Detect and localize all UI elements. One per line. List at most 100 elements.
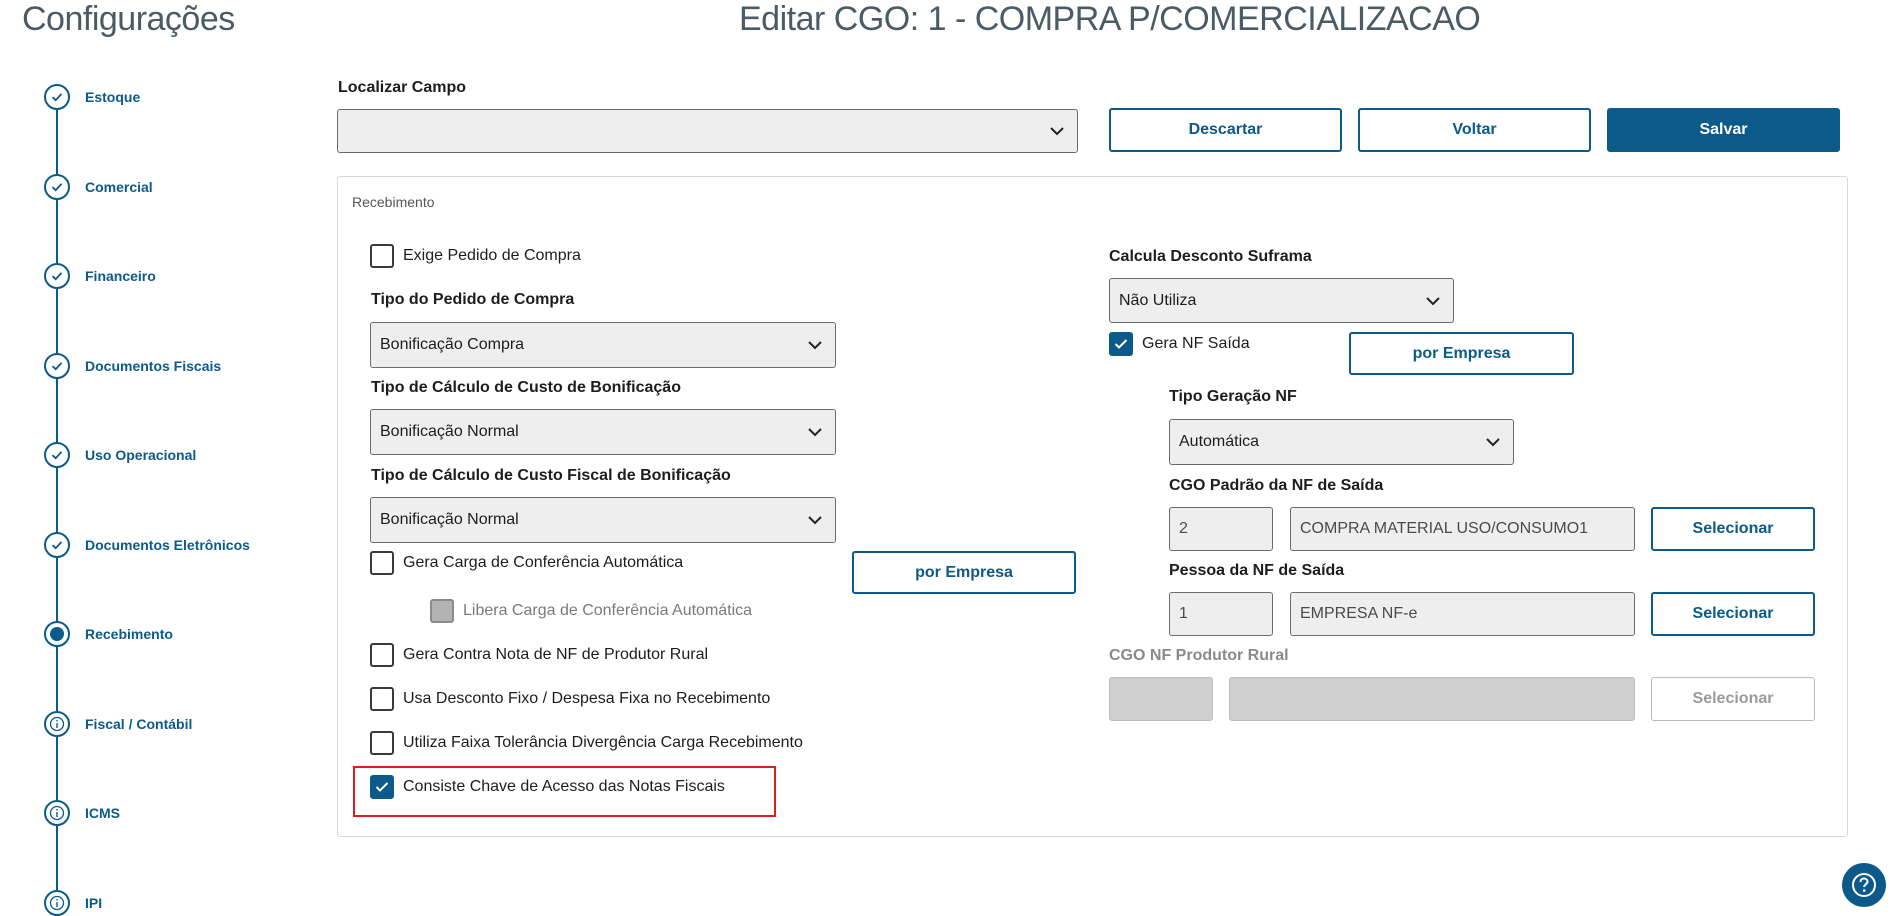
tipo-calculo-fiscal-select[interactable]: Bonificação Normal — [370, 497, 836, 543]
checkbox-label: Gera Contra Nota de NF de Produtor Rural — [403, 646, 709, 663]
stepper-item-uso-operacional[interactable]: Uso Operacional — [44, 442, 196, 468]
stepper-label: ICMS — [85, 805, 120, 821]
stepper-item-estoque[interactable]: Estoque — [44, 84, 140, 110]
tipo-geracao-select[interactable]: Automática — [1169, 419, 1514, 465]
check-icon — [44, 353, 70, 379]
tipo-pedido-select[interactable]: Bonificação Compra — [370, 322, 836, 368]
cgo-padrao-label: CGO Padrão da NF de Saída — [1169, 477, 1384, 494]
por-empresa-nf-button[interactable]: por Empresa — [1349, 332, 1574, 375]
edit-cgo-title: Editar CGO: 1 - COMPRA P/COMERCIALIZACAO — [739, 0, 1481, 38]
stepper-item-fiscal-contabil[interactable]: Fiscal / Contábil — [44, 711, 192, 737]
stepper-line — [56, 97, 58, 915]
question-icon — [1852, 873, 1876, 897]
checkbox-box — [430, 599, 454, 623]
checkbox-box — [370, 643, 394, 667]
checkbox-box — [370, 775, 394, 799]
stepper-item-recebimento[interactable]: Recebimento — [44, 621, 173, 647]
pessoa-nf-description-input[interactable]: EMPRESA NF-e — [1290, 592, 1635, 636]
tipo-geracao-label: Tipo Geração NF — [1169, 388, 1297, 405]
pessoa-nf-code-input[interactable]: 1 — [1169, 592, 1273, 636]
checkbox-box — [370, 551, 394, 575]
chevron-down-icon — [1426, 296, 1440, 305]
checkbox-label: Gera Carga de Conferência Automática — [403, 554, 684, 571]
checkbox-label: Usa Desconto Fixo / Despesa Fixa no Rece… — [403, 690, 771, 707]
info-icon — [44, 711, 70, 737]
gera-nf-saida-checkbox[interactable]: Gera NF Saída — [1109, 332, 1250, 356]
gera-carga-checkbox[interactable]: Gera Carga de Conferência Automática — [370, 551, 683, 575]
checkbox-box — [370, 244, 394, 268]
cgo-padrao-select-button[interactable]: Selecionar — [1651, 507, 1815, 551]
check-icon — [44, 174, 70, 200]
stepper-label: Estoque — [85, 89, 141, 105]
select-value: Bonificação Compra — [380, 336, 525, 353]
select-value: Bonificação Normal — [380, 511, 519, 528]
calcula-desconto-select[interactable]: Não Utiliza — [1109, 278, 1454, 323]
stepper-item-financeiro[interactable]: Financeiro — [44, 263, 156, 289]
stepper-item-icms[interactable]: ICMS — [44, 800, 120, 826]
stepper-item-comercial[interactable]: Comercial — [44, 174, 153, 200]
cgo-produtor-label: CGO NF Produtor Rural — [1109, 647, 1289, 664]
tipo-calculo-custo-label: Tipo de Cálculo de Custo de Bonificação — [371, 379, 681, 396]
info-icon — [44, 890, 70, 916]
stepper-label: Documentos Fiscais — [85, 358, 222, 374]
stepper-label: Fiscal / Contábil — [85, 716, 193, 732]
check-icon — [44, 84, 70, 110]
por-empresa-carga-button[interactable]: por Empresa — [852, 551, 1076, 594]
stepper-item-documentos-eletronicos[interactable]: Documentos Eletrônicos — [44, 532, 250, 558]
select-value: Automática — [1179, 433, 1260, 450]
checkbox-label: Utiliza Faixa Tolerância Divergência Car… — [403, 734, 803, 751]
chevron-down-icon — [808, 341, 822, 350]
search-field-select[interactable] — [337, 109, 1078, 153]
info-icon — [44, 800, 70, 826]
check-icon — [44, 442, 70, 468]
discard-button[interactable]: Descartar — [1109, 108, 1342, 152]
checkbox-label: Consiste Chave de Acesso das Notas Fisca… — [403, 778, 725, 795]
check-icon — [375, 782, 389, 792]
chevron-down-icon — [1486, 438, 1500, 447]
page-title: Configurações — [22, 0, 235, 38]
save-button[interactable]: Salvar — [1607, 108, 1840, 152]
current-step-icon — [44, 621, 70, 647]
stepper-label: IPI — [85, 895, 103, 911]
consiste-chave-checkbox[interactable]: Consiste Chave de Acesso das Notas Fisca… — [370, 775, 725, 799]
checkbox-box — [370, 731, 394, 755]
gera-contra-nota-checkbox[interactable]: Gera Contra Nota de NF de Produtor Rural — [370, 643, 708, 667]
checkbox-box — [1109, 332, 1133, 356]
tipo-calculo-custo-select[interactable]: Bonificação Normal — [370, 409, 836, 455]
chevron-down-icon — [808, 428, 822, 437]
stepper-item-ipi[interactable]: IPI — [44, 890, 102, 916]
libera-carga-checkbox[interactable]: Libera Carga de Conferência Automática — [430, 599, 752, 623]
tipo-calculo-fiscal-label: Tipo de Cálculo de Custo Fiscal de Bonif… — [371, 467, 731, 484]
checkbox-label: Exige Pedido de Compra — [403, 247, 581, 264]
chevron-down-icon — [1050, 127, 1064, 136]
cgo-produtor-select-button[interactable]: Selecionar — [1651, 677, 1815, 721]
chevron-down-icon — [808, 516, 822, 525]
stepper-label: Uso Operacional — [85, 447, 197, 463]
stepper-label: Documentos Eletrônicos — [85, 537, 250, 553]
stepper-label: Financeiro — [85, 268, 156, 284]
usa-desconto-checkbox[interactable]: Usa Desconto Fixo / Despesa Fixa no Rece… — [370, 687, 770, 711]
utiliza-faixa-checkbox[interactable]: Utiliza Faixa Tolerância Divergência Car… — [370, 731, 803, 755]
cgo-padrao-description-input[interactable]: COMPRA MATERIAL USO/CONSUMO1 — [1290, 507, 1635, 551]
calcula-desconto-label: Calcula Desconto Suframa — [1109, 248, 1312, 265]
back-button[interactable]: Voltar — [1358, 108, 1591, 152]
help-button[interactable] — [1842, 863, 1886, 907]
checkbox-label: Gera NF Saída — [1142, 335, 1250, 352]
pessoa-nf-label: Pessoa da NF de Saída — [1169, 562, 1345, 579]
exige-pedido-checkbox[interactable]: Exige Pedido de Compra — [370, 244, 581, 268]
cgo-produtor-code-input[interactable] — [1109, 677, 1213, 721]
select-value: Não Utiliza — [1119, 291, 1197, 309]
check-icon — [1114, 339, 1128, 349]
check-icon — [44, 532, 70, 558]
select-value: Bonificação Normal — [380, 423, 519, 440]
cgo-padrao-code-input[interactable]: 2 — [1169, 507, 1273, 551]
pessoa-nf-select-button[interactable]: Selecionar — [1651, 592, 1815, 636]
cgo-produtor-description-input[interactable] — [1229, 677, 1635, 721]
panel-title: Recebimento — [352, 194, 435, 210]
search-field-label: Localizar Campo — [338, 79, 467, 96]
tipo-pedido-label: Tipo do Pedido de Compra — [371, 291, 575, 308]
stepper-label: Recebimento — [85, 626, 173, 642]
stepper-item-documentos-fiscais[interactable]: Documentos Fiscais — [44, 353, 221, 379]
stepper-label: Comercial — [85, 179, 153, 195]
checkbox-box — [370, 687, 394, 711]
